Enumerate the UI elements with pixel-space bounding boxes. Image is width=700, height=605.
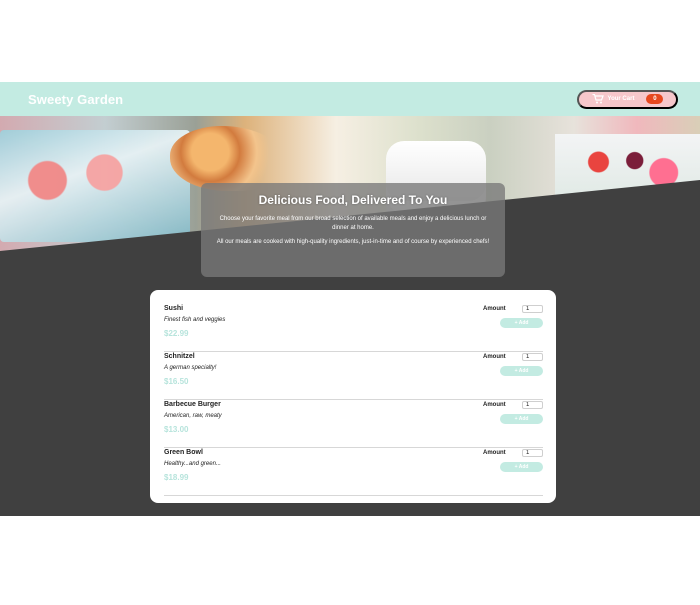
amount-input[interactable] — [522, 449, 543, 457]
croissant-image — [170, 126, 285, 191]
meal-row-sushi: Sushi Finest fish and veggies $22.99 Amo… — [164, 304, 543, 352]
fruit-platter-image — [555, 134, 700, 204]
meal-info: Green Bowl Healthy...and green... $18.99 — [164, 448, 221, 495]
cart-icon — [592, 94, 604, 104]
meal-price: $16.50 — [164, 377, 189, 386]
meal-row-barbecue-burger: Barbecue Burger American, raw, meaty $13… — [164, 400, 543, 448]
add-to-cart-button[interactable]: + Add — [500, 318, 543, 328]
amount-control: Amount — [483, 400, 543, 410]
meal-info: Barbecue Burger American, raw, meaty $13… — [164, 400, 222, 447]
add-to-cart-button[interactable]: + Add — [500, 462, 543, 472]
amount-control: Amount — [483, 352, 543, 362]
intro-title: Delicious Food, Delivered To You — [258, 193, 448, 207]
meal-info: Sushi Finest fish and veggies $22.99 — [164, 304, 225, 351]
amount-label: Amount — [483, 450, 506, 456]
meal-description: Finest fish and veggies — [164, 317, 226, 323]
meal-price: $13.00 — [164, 425, 189, 434]
add-to-cart-button[interactable]: + Add — [500, 414, 543, 424]
meal-name: Barbecue Burger — [164, 401, 221, 408]
meal-description: A german specialty! — [164, 365, 217, 371]
site-header: Sweety Garden Your Cart 0 — [0, 82, 700, 116]
meal-add-form: Amount + Add — [483, 448, 543, 495]
meal-row-green-bowl: Green Bowl Healthy...and green... $18.99… — [164, 448, 543, 496]
app-viewport: Sweety Garden Your Cart 0 Delicious Food… — [0, 0, 700, 605]
meal-add-form: Amount + Add — [483, 352, 543, 399]
add-to-cart-button[interactable]: + Add — [500, 366, 543, 376]
meal-description: American, raw, meaty — [164, 413, 222, 419]
meal-add-form: Amount + Add — [483, 400, 543, 447]
meal-price: $22.99 — [164, 329, 189, 338]
amount-label: Amount — [483, 306, 506, 312]
meal-name: Schnitzel — [164, 353, 195, 360]
amount-input[interactable] — [522, 305, 543, 313]
meal-description: Healthy...and green... — [164, 461, 221, 467]
amount-control: Amount — [483, 448, 543, 458]
meal-name: Sushi — [164, 305, 184, 312]
amount-label: Amount — [483, 402, 506, 408]
intro-paragraph-1: Choose your favorite meal from our broad… — [219, 216, 487, 231]
cart-button[interactable]: Your Cart 0 — [577, 89, 678, 109]
available-meals-card: Sushi Finest fish and veggies $22.99 Amo… — [150, 290, 556, 503]
meal-name: Green Bowl — [164, 449, 203, 456]
intro-paragraph-2: All our meals are cooked with high-quali… — [216, 239, 490, 245]
amount-input[interactable] — [522, 401, 543, 409]
intro-panel: Delicious Food, Delivered To You Choose … — [201, 183, 505, 277]
cart-count-badge: 0 — [646, 94, 664, 104]
amount-label: Amount — [483, 354, 506, 360]
meal-row-schnitzel: Schnitzel A german specialty! $16.50 Amo… — [164, 352, 543, 400]
amount-input[interactable] — [522, 353, 543, 361]
brand-title: Sweety Garden — [28, 91, 124, 107]
cupcake-stand-image — [0, 130, 190, 242]
meal-price: $18.99 — [164, 473, 189, 482]
cart-label: Your Cart — [607, 96, 635, 102]
amount-control: Amount — [483, 304, 543, 314]
meal-add-form: Amount + Add — [483, 304, 543, 351]
meal-info: Schnitzel A german specialty! $16.50 — [164, 352, 216, 399]
